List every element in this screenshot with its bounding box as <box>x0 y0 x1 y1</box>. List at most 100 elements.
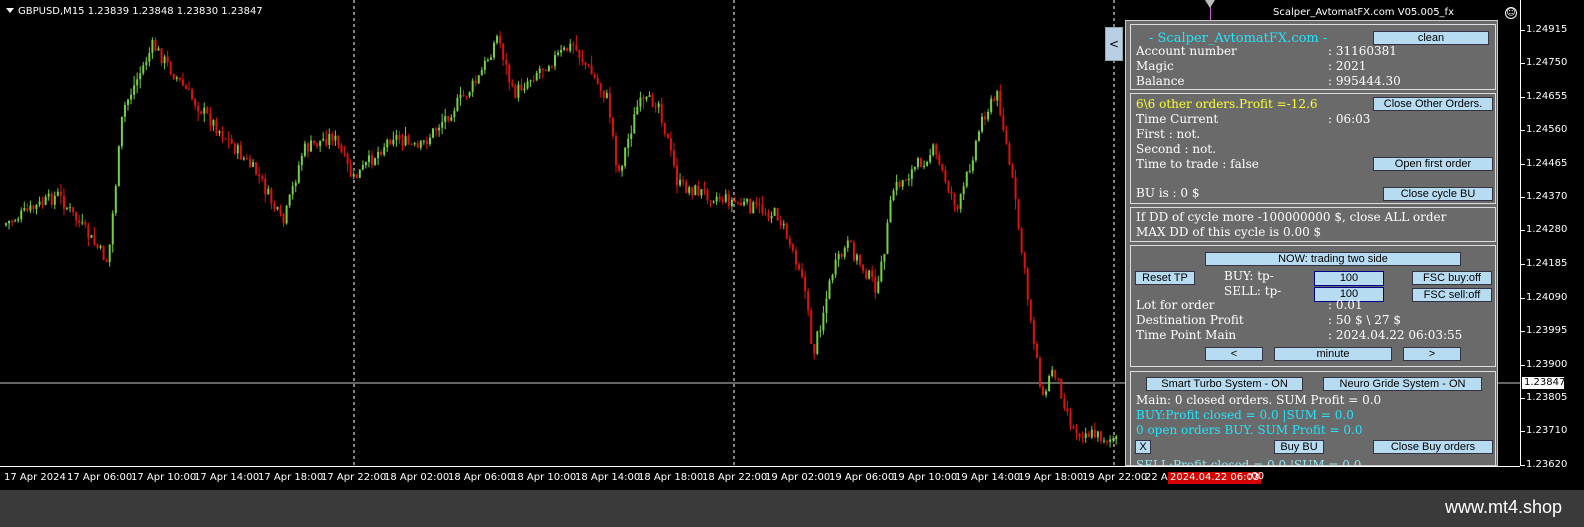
candle <box>194 97 197 111</box>
close-other-orders-button[interactable]: Close Other Orders. <box>1373 97 1493 111</box>
time-label: 18 Apr 18:00 <box>638 472 704 483</box>
close-cycle-bu-button[interactable]: Close cycle BU <box>1383 187 1493 201</box>
candle <box>120 116 123 150</box>
shift-marker-icon[interactable] <box>1205 0 1215 8</box>
candle <box>169 60 172 76</box>
candle <box>325 130 328 148</box>
collapse-panel-button[interactable]: < <box>1105 27 1123 61</box>
price-tick <box>1521 398 1525 399</box>
smile-icon[interactable]: ☺ <box>1505 7 1517 19</box>
candle <box>44 194 47 206</box>
price-tick <box>1521 431 1525 432</box>
candle <box>142 61 145 76</box>
time-label: 18 Apr 22:00 <box>702 472 768 483</box>
buy-bu-button[interactable]: Buy BU <box>1274 440 1324 454</box>
price-axis[interactable]: 1.24915 1.24750 1.24655 1.24560 1.24465 1.243… <box>1520 0 1584 470</box>
candle <box>782 220 785 230</box>
price-tick <box>1521 130 1525 131</box>
clean-button[interactable]: clean <box>1373 31 1489 45</box>
current-price-label: 1.23847 <box>1522 377 1566 389</box>
candle <box>752 200 755 214</box>
neuro-grid-button[interactable]: Neuro Gride System - ON <box>1323 377 1482 391</box>
candle <box>1099 430 1102 444</box>
candle <box>758 197 761 214</box>
candle <box>1014 169 1017 210</box>
trading-mode-button[interactable]: NOW: trading two side <box>1205 252 1461 266</box>
candle <box>462 89 465 97</box>
time-label: 18 Apr 02:00 <box>384 472 450 483</box>
candle <box>66 206 68 211</box>
candle <box>127 98 129 111</box>
candle <box>374 157 377 166</box>
time-tail-label: :00 <box>1248 471 1265 482</box>
candle <box>178 77 181 82</box>
candle <box>636 99 639 115</box>
candle <box>352 171 355 180</box>
candle <box>962 182 965 200</box>
time-axis[interactable]: 17 Apr 2024 17 Apr 06:00 17 Apr 10:00 17 Ap… <box>0 466 1520 490</box>
candle <box>557 50 560 57</box>
timeframe-minute-button[interactable]: minute <box>1274 347 1392 361</box>
time-prev-button[interactable]: < <box>1205 347 1263 361</box>
magic-value: : 2021 <box>1328 59 1367 73</box>
candle <box>1078 432 1081 442</box>
candle <box>69 202 72 213</box>
candle <box>767 209 770 222</box>
time-next-button[interactable]: > <box>1403 347 1461 361</box>
candle <box>807 287 810 317</box>
candle <box>261 173 264 182</box>
price-label: 1.23900 <box>1526 359 1568 370</box>
time-label: 18 Apr 10:00 <box>511 472 577 483</box>
candle <box>648 91 651 97</box>
candle <box>239 140 242 160</box>
candle <box>136 72 139 94</box>
candle <box>694 184 697 196</box>
candle <box>718 192 721 203</box>
time-label: 17 Apr 06:00 <box>67 472 133 483</box>
buy-open-status: 0 open orders BUY. SUM Profit = 0.0 <box>1136 423 1363 437</box>
candle <box>993 96 996 102</box>
candle <box>1029 299 1032 324</box>
fsc-sell-button[interactable]: FSC sell:off <box>1412 288 1492 302</box>
candle <box>932 143 935 157</box>
candle <box>78 214 81 228</box>
candle <box>538 65 541 79</box>
candle <box>273 200 276 213</box>
candle <box>581 49 584 66</box>
footer-brand: www.mt4.shop <box>1444 497 1562 517</box>
candle <box>313 140 316 146</box>
candle <box>1032 316 1035 350</box>
reset-tp-button[interactable]: Reset TP <box>1135 271 1195 285</box>
candle <box>1081 431 1084 444</box>
candle <box>20 207 23 223</box>
candle <box>941 163 944 173</box>
candle <box>547 64 550 72</box>
candle <box>974 139 977 163</box>
candle <box>200 110 203 115</box>
candle <box>721 196 724 205</box>
dropdown-triangle-icon[interactable] <box>6 8 14 13</box>
candle <box>1048 374 1051 392</box>
candle <box>697 180 700 197</box>
candle <box>541 68 544 79</box>
close-buy-orders-button[interactable]: Close Buy orders <box>1373 440 1493 454</box>
close-x-button[interactable]: X <box>1135 440 1151 454</box>
smart-turbo-button[interactable]: Smart Turbo System - ON <box>1146 377 1303 391</box>
open-first-order-button[interactable]: Open first order <box>1373 157 1493 171</box>
candle <box>377 146 380 166</box>
fsc-buy-button[interactable]: FSC buy:off <box>1412 271 1492 285</box>
price-label: 1.23805 <box>1526 392 1568 403</box>
candle <box>383 143 386 157</box>
time-label: 19 Apr 18:00 <box>1018 472 1084 483</box>
candle <box>1063 393 1066 411</box>
candle <box>496 34 499 45</box>
candle <box>691 186 694 200</box>
candle <box>651 93 654 108</box>
price-label: 1.24915 <box>1526 24 1568 35</box>
candle <box>252 159 255 167</box>
time-label: 17 Apr 18:00 <box>258 472 324 483</box>
candle <box>47 189 50 201</box>
candle <box>96 243 99 250</box>
candle <box>950 186 953 200</box>
buy-tp-input[interactable]: 100 <box>1314 271 1384 286</box>
